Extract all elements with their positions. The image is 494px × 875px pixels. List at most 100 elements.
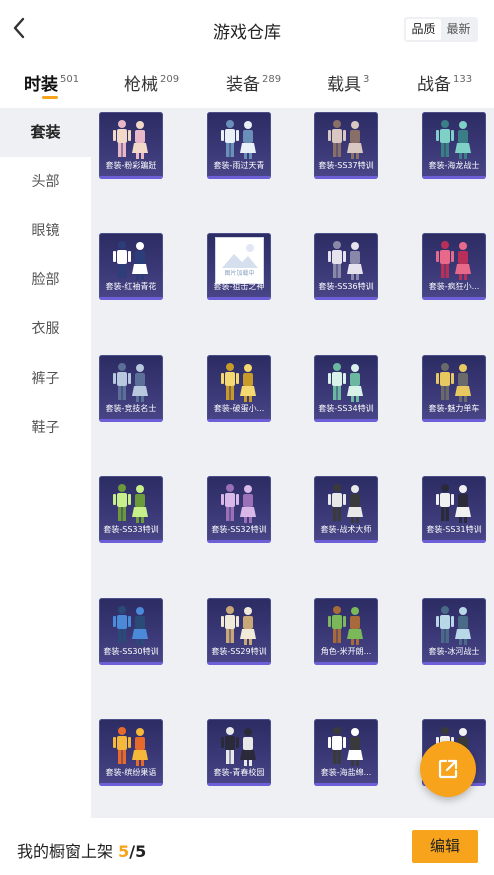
- outfit-card[interactable]: 套装-战术大师: [314, 476, 378, 543]
- outfit-name: 套装-SS30特训: [103, 647, 159, 656]
- outfit-name: 套装-疯狂小...: [428, 282, 480, 291]
- outfit-name: 套装-红袖青花: [105, 282, 157, 291]
- rarity-bar: [99, 540, 163, 543]
- outfit-name: 套装-海龙战士: [428, 161, 480, 170]
- sort-latest[interactable]: 最新: [441, 19, 476, 40]
- tab-firearms[interactable]: 枪械 209: [124, 70, 179, 95]
- outfit-name: 套装-SS29特训: [211, 647, 267, 656]
- share-external-icon: [438, 759, 458, 779]
- outfit-figure-icon: [221, 727, 256, 766]
- placeholder-text: 图片加载中: [224, 270, 255, 277]
- outfit-figure-icon: [113, 727, 148, 766]
- outfit-card[interactable]: 套装-竞技名士: [99, 355, 163, 422]
- sidebar-item-pants[interactable]: 裤子: [0, 355, 91, 404]
- outfit-card[interactable]: 套装-SS31特训: [422, 476, 486, 543]
- outfit-card[interactable]: 套装-SS37特训: [314, 112, 378, 179]
- sort-toggle: 品质 最新: [404, 17, 478, 42]
- tab-label: 战备: [417, 75, 451, 95]
- outfit-card[interactable]: 套装-缤纷果语: [99, 719, 163, 786]
- outfit-figure-icon: [221, 606, 256, 645]
- tab-equipment[interactable]: 装备 289: [226, 70, 281, 95]
- sidebar-item-head[interactable]: 头部: [0, 158, 91, 207]
- sort-quality[interactable]: 品质: [406, 19, 441, 40]
- outfit-figure-icon: [113, 241, 148, 280]
- outfit-card[interactable]: 套装-红袖青花: [99, 233, 163, 300]
- rarity-bar: [422, 419, 486, 422]
- item-grid: 套装-粉彩蹁跹 套装-雨过天青 套装-SS37特训 套装-海龙战士套装-红袖青花 图片加…: [91, 108, 494, 818]
- rarity-bar: [314, 176, 378, 179]
- rarity-bar: [99, 662, 163, 665]
- outfit-card[interactable]: 套装-SS33特训: [99, 476, 163, 543]
- outfit-card[interactable]: 套装-SS32特训: [207, 476, 271, 543]
- outfit-figure-icon: [221, 484, 256, 523]
- rarity-bar: [207, 783, 271, 786]
- header: 游戏仓库 品质 最新: [0, 0, 494, 58]
- share-button[interactable]: [420, 741, 476, 797]
- tab-supplies[interactable]: 战备 133: [417, 70, 472, 95]
- tab-fashion[interactable]: 时装 501: [24, 70, 79, 95]
- outfit-name: 套装-SS37特训: [318, 161, 374, 170]
- rarity-bar: [207, 540, 271, 543]
- outfit-name: 套装-SS36特训: [318, 282, 374, 291]
- sidebar-item-face[interactable]: 脸部: [0, 256, 91, 305]
- rarity-bar: [99, 176, 163, 179]
- tab-label: 装备: [226, 75, 260, 95]
- outfit-card[interactable]: 套装-粉彩蹁跹: [99, 112, 163, 179]
- rarity-bar: [422, 297, 486, 300]
- outfit-figure-icon: [436, 120, 471, 159]
- shelf-status: 我的橱窗上架 5/5: [17, 838, 146, 862]
- outfit-card[interactable]: 图片加载中 套装-狙击之神: [207, 233, 271, 300]
- sidebar-item-glasses[interactable]: 眼镜: [0, 207, 91, 256]
- rarity-bar: [99, 297, 163, 300]
- rarity-bar: [99, 419, 163, 422]
- outfit-name: 套装-冰河战士: [428, 647, 480, 656]
- active-tab-indicator: [42, 96, 58, 99]
- outfit-figure-icon: [221, 120, 256, 159]
- outfit-card[interactable]: 套装-海龙战士: [422, 112, 486, 179]
- outfit-card[interactable]: 套装-SS29特训: [207, 598, 271, 665]
- tab-label: 枪械: [124, 75, 158, 95]
- outfit-figure-icon: [436, 606, 471, 645]
- rarity-bar: [207, 176, 271, 179]
- outfit-figure-icon: [328, 727, 363, 766]
- edit-button[interactable]: 编辑: [412, 830, 478, 863]
- rarity-bar: [207, 662, 271, 665]
- shelf-label: 我的橱窗上架: [17, 842, 114, 861]
- rarity-bar: [314, 540, 378, 543]
- outfit-card[interactable]: 套装-SS36特训: [314, 233, 378, 300]
- outfit-card[interactable]: 套装-冰河战士: [422, 598, 486, 665]
- outfit-card[interactable]: 套装-海盐绵...: [314, 719, 378, 786]
- rarity-bar: [314, 783, 378, 786]
- outfit-figure-icon: [113, 363, 148, 402]
- outfit-card[interactable]: 套装-魅力单车: [422, 355, 486, 422]
- outfit-card[interactable]: 套装-青春校园: [207, 719, 271, 786]
- tab-count: 133: [453, 74, 473, 85]
- tab-label: 时装: [24, 75, 58, 95]
- outfit-name: 套装-青春校园: [213, 768, 265, 777]
- sidebar-item-clothes[interactable]: 衣服: [0, 305, 91, 354]
- outfit-name: 角色-米开朗...: [320, 647, 372, 656]
- outfit-card[interactable]: 角色-米开朗...: [314, 598, 378, 665]
- sidebar: 套装 头部 眼镜 脸部 衣服 裤子 鞋子: [0, 108, 91, 820]
- bottom-bar: 我的橱窗上架 5/5 编辑: [0, 818, 494, 875]
- tab-vehicles[interactable]: 载具 3: [327, 70, 369, 95]
- image-placeholder-icon: 图片加载中: [215, 237, 264, 284]
- outfit-figure-icon: [328, 241, 363, 280]
- outfit-card[interactable]: 套装-SS30特训: [99, 598, 163, 665]
- outfit-card[interactable]: 套装-雨过天青: [207, 112, 271, 179]
- sidebar-item-shoes[interactable]: 鞋子: [0, 404, 91, 453]
- tab-count: 289: [262, 74, 282, 85]
- rarity-bar: [422, 662, 486, 665]
- outfit-name: 套装-SS31特训: [426, 525, 482, 534]
- outfit-name: 套装-雨过天青: [213, 161, 265, 170]
- outfit-card[interactable]: 套装-SS34特训: [314, 355, 378, 422]
- category-tabs: 时装 501 枪械 209 装备 289 载具 3 战备 133: [0, 60, 494, 106]
- sidebar-item-suits[interactable]: 套装: [0, 108, 91, 157]
- outfit-card[interactable]: 套装-破蛋小...: [207, 355, 271, 422]
- outfit-name: 套装-粉彩蹁跹: [105, 161, 157, 170]
- outfit-name: 套装-SS33特训: [103, 525, 159, 534]
- tab-count: 209: [160, 74, 180, 85]
- tab-count: 501: [60, 74, 80, 85]
- outfit-name: 套装-战术大师: [320, 525, 372, 534]
- outfit-card[interactable]: 套装-疯狂小...: [422, 233, 486, 300]
